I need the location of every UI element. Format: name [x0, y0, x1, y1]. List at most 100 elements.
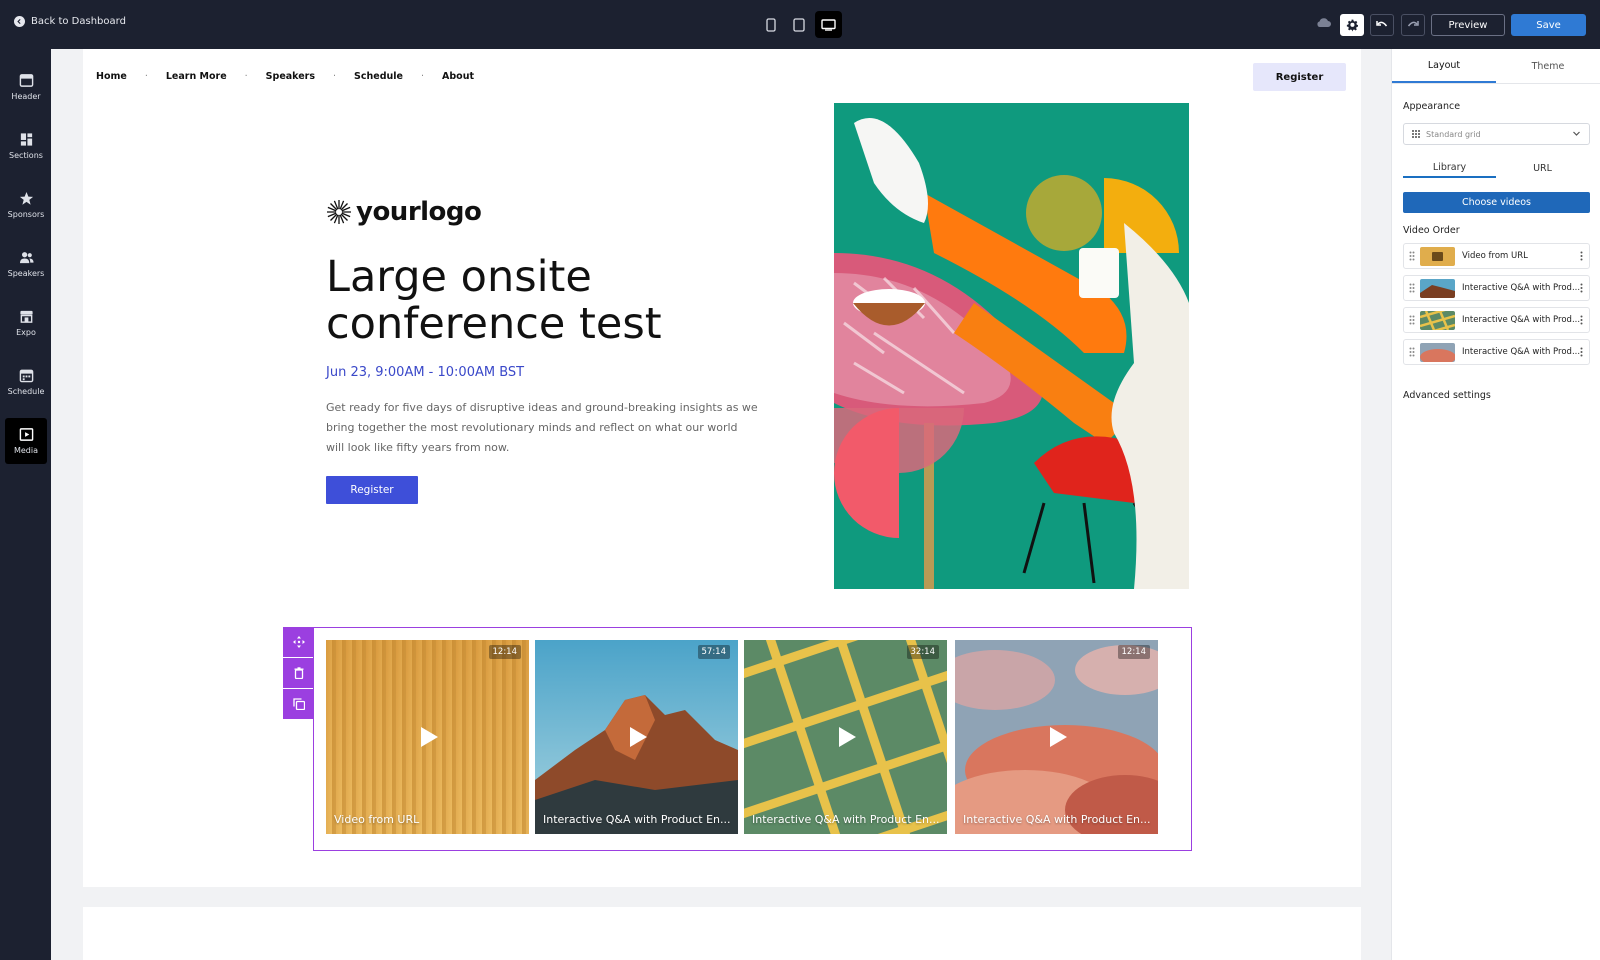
mobile-icon: [765, 17, 776, 32]
video-order-label: Video Order: [1403, 225, 1460, 236]
move-block-button[interactable]: [283, 627, 314, 657]
event-date: Jun 23, 9:00AM - 10:00AM BST: [326, 365, 525, 380]
nav-link-schedule[interactable]: Schedule: [354, 71, 403, 82]
appearance-select[interactable]: Standard grid: [1403, 123, 1590, 145]
video-duration: 57:14: [697, 645, 730, 659]
play-icon: [629, 727, 647, 747]
sidebar-item-schedule[interactable]: Schedule: [5, 359, 47, 405]
video-title: Interactive Q&A with Product En...: [543, 813, 731, 826]
media-icon: [19, 428, 33, 441]
preview-button[interactable]: Preview: [1431, 14, 1505, 36]
drag-handle-icon[interactable]: [1404, 347, 1420, 357]
desktop-icon: [821, 18, 836, 31]
delete-block-button[interactable]: [283, 658, 314, 688]
next-section-preview: [83, 907, 1361, 960]
video-thumbnail: [1420, 342, 1455, 362]
desktop-view-button[interactable]: [815, 11, 842, 38]
video-thumbnail: [1420, 246, 1455, 266]
hero-image: [834, 103, 1189, 589]
tab-layout[interactable]: Layout: [1392, 49, 1496, 83]
more-options-icon[interactable]: [1580, 251, 1583, 261]
nav-separator: ·: [333, 71, 337, 82]
sidebar-item-header[interactable]: Header: [5, 64, 47, 110]
video-card[interactable]: 12:14 Interactive Q&A with Product En...: [955, 640, 1158, 834]
nav-link-about[interactable]: About: [442, 71, 474, 82]
sidebar-item-label: Schedule: [7, 387, 45, 396]
video-gallery-block[interactable]: 12:14 Video from URL 57:14 Interactive Q…: [313, 627, 1192, 851]
sidebar-item-expo[interactable]: Expo: [5, 300, 47, 346]
nav-register-button[interactable]: Register: [1253, 63, 1346, 91]
duplicate-block-button[interactable]: [283, 689, 314, 719]
sidebar-item-speakers[interactable]: Speakers: [5, 241, 47, 287]
star-icon: [19, 191, 33, 205]
nav-separator: ·: [244, 71, 248, 82]
cloud-saved-icon: [1317, 18, 1331, 27]
video-card[interactable]: 12:14 Video from URL: [326, 640, 529, 834]
nav-link-speakers[interactable]: Speakers: [266, 71, 315, 82]
settings-button[interactable]: [1340, 14, 1364, 36]
video-card[interactable]: 57:14 Interactive Q&A with Product En...: [535, 640, 738, 834]
video-duration: 12:14: [488, 645, 521, 659]
back-to-dashboard-link[interactable]: Back to Dashboard: [14, 16, 126, 27]
video-order-item[interactable]: Interactive Q&A with Prod...: [1403, 275, 1590, 301]
tablet-icon: [792, 17, 805, 32]
play-icon: [420, 727, 438, 747]
sidebar-item-label: Sponsors: [7, 210, 45, 219]
mobile-view-button[interactable]: [757, 11, 784, 38]
sidebar-item-label: Media: [13, 446, 39, 455]
play-icon: [1049, 727, 1067, 747]
appearance-value: Standard grid: [1426, 129, 1481, 139]
video-title: Video from URL: [334, 813, 420, 826]
calendar-icon: [19, 369, 33, 383]
video-order-title: Interactive Q&A with Prod...: [1462, 283, 1581, 293]
more-options-icon[interactable]: [1580, 315, 1583, 325]
trash-icon: [294, 667, 303, 679]
video-order-item[interactable]: Interactive Q&A with Prod...: [1403, 339, 1590, 365]
undo-button[interactable]: [1370, 14, 1394, 36]
back-label: Back to Dashboard: [31, 16, 126, 27]
advanced-settings-link[interactable]: Advanced settings: [1403, 390, 1491, 401]
redo-button[interactable]: [1401, 14, 1425, 36]
sidebar-item-sections[interactable]: Sections: [5, 123, 47, 169]
nav-link-home[interactable]: Home: [96, 71, 127, 82]
more-options-icon[interactable]: [1580, 283, 1583, 293]
nav-separator: ·: [421, 71, 425, 82]
tab-theme[interactable]: Theme: [1496, 49, 1600, 83]
video-duration: 32:14: [906, 645, 939, 659]
block-toolbar: [283, 627, 314, 719]
sidebar-item-label: Header: [11, 92, 41, 101]
page-title: Large onsite conference test: [326, 252, 662, 349]
site-nav: Home · Learn More · Speakers · Schedule …: [96, 71, 474, 82]
drag-handle-icon[interactable]: [1404, 315, 1420, 325]
video-order-item[interactable]: Video from URL: [1403, 243, 1590, 269]
play-icon: [838, 727, 856, 747]
more-options-icon[interactable]: [1580, 347, 1583, 357]
video-duration: 12:14: [1117, 645, 1150, 659]
sidebar-item-media[interactable]: Media: [5, 418, 47, 464]
event-description: Get ready for five days of disruptive id…: [326, 401, 758, 454]
nav-link-learn-more[interactable]: Learn More: [166, 71, 227, 82]
video-order-item[interactable]: Interactive Q&A with Prod...: [1403, 307, 1590, 333]
tablet-view-button[interactable]: [785, 11, 812, 38]
drag-handle-icon[interactable]: [1404, 251, 1420, 261]
video-card[interactable]: 32:14 Interactive Q&A with Product En...: [744, 640, 947, 834]
site-logo: yourlogo: [326, 197, 482, 227]
settings-panel: Layout Theme Appearance Standard grid Li…: [1391, 49, 1600, 960]
video-thumbnail: [1420, 310, 1455, 330]
choose-videos-button[interactable]: Choose videos: [1403, 192, 1590, 213]
subtab-url[interactable]: URL: [1496, 158, 1589, 178]
gear-icon: [1346, 19, 1358, 31]
page-canvas: Home · Learn More · Speakers · Schedule …: [83, 49, 1361, 887]
drag-handle-icon[interactable]: [1404, 283, 1420, 293]
booth-icon: [19, 310, 33, 323]
subtab-library[interactable]: Library: [1403, 158, 1496, 178]
back-arrow-icon: [14, 16, 25, 27]
sidebar-item-sponsors[interactable]: Sponsors: [5, 182, 47, 228]
hero-register-button[interactable]: Register: [326, 476, 418, 504]
save-button[interactable]: Save: [1511, 14, 1586, 36]
video-thumbnail: [1420, 278, 1455, 298]
undo-icon: [1376, 21, 1388, 27]
logo-text: yourlogo: [356, 197, 482, 227]
video-order-title: Interactive Q&A with Prod...: [1462, 347, 1581, 357]
duplicate-icon: [292, 698, 305, 710]
